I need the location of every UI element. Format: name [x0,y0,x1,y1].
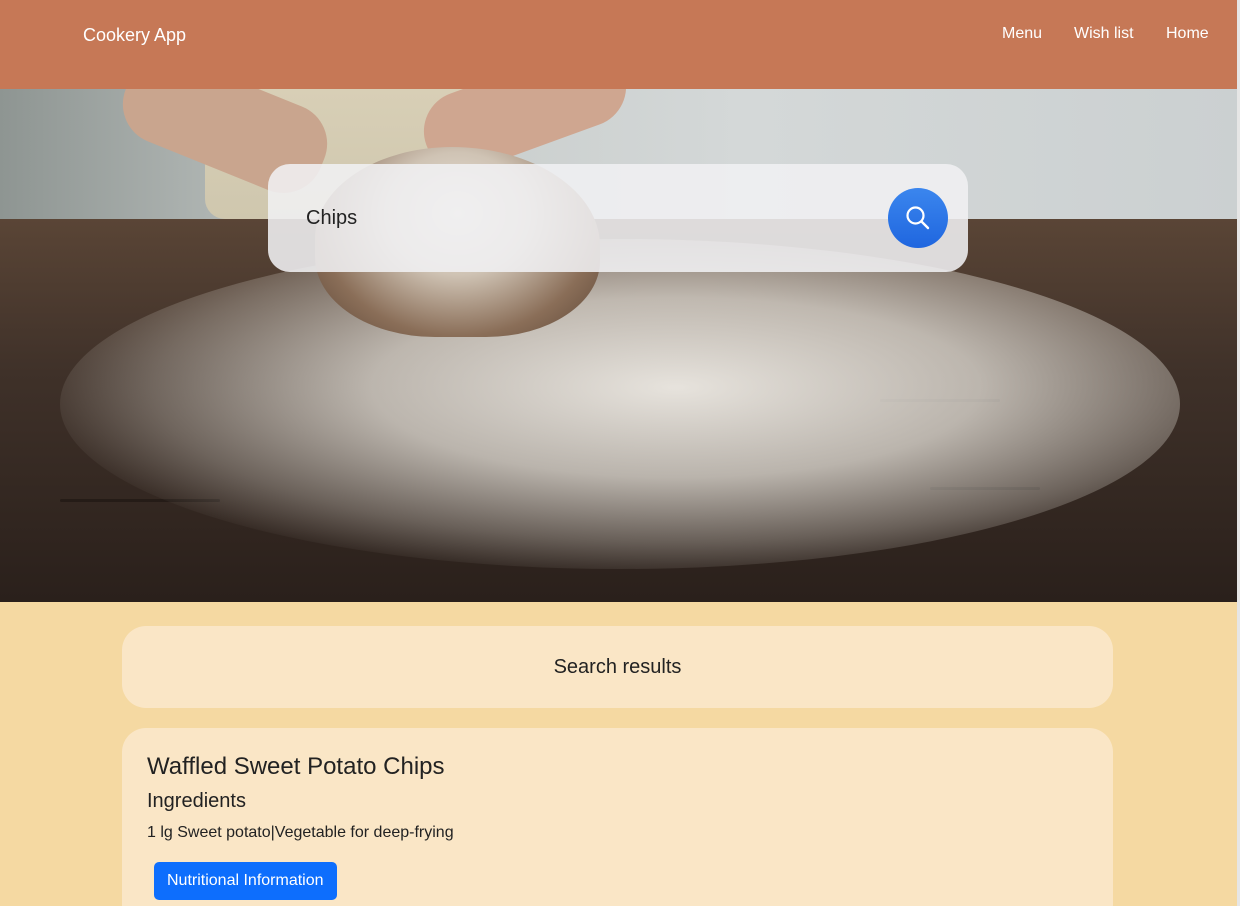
search-icon [906,206,930,230]
hero-banner [0,89,1240,602]
nav-link-wish-list[interactable]: Wish list [1074,25,1134,43]
page: Cookery App Menu Wish list Home Chips Se… [0,0,1240,906]
ingredients-text: 1 lg Sweet potato|Vegetable for deep-fry… [147,824,454,841]
nav-link-menu[interactable]: Menu [1002,25,1042,43]
ingredients-heading: Ingredients [147,790,246,812]
navbar: Cookery App Menu Wish list Home [0,0,1240,89]
search-button[interactable] [888,188,948,248]
hero-flour [60,239,1180,569]
nutritional-information-button[interactable]: Nutritional Information [154,862,337,900]
search-results-header: Search results [122,626,1113,708]
search-results-title: Search results [553,655,682,678]
recipe-title: Waffled Sweet Potato Chips [147,753,445,780]
nav-link-home[interactable]: Home [1166,25,1209,43]
nav-links: Menu Wish list Home [0,25,1240,49]
search-box [268,164,968,272]
recipe-card: Waffled Sweet Potato Chips Ingredients 1… [122,728,1113,906]
search-input[interactable] [306,198,866,238]
